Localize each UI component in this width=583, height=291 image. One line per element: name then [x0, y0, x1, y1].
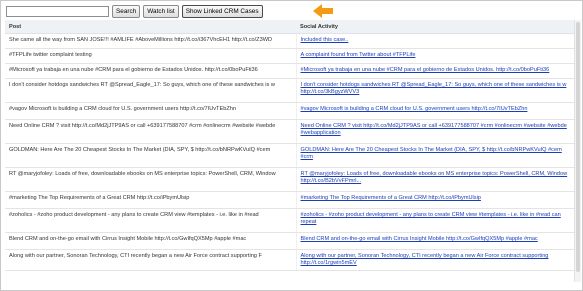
social-activity-link[interactable]: #zoholics - #zoho product development - …: [295, 208, 575, 233]
table-row: Need Online CRM ? visit http://t.co/Md2j…: [5, 119, 575, 144]
social-activity-link[interactable]: RT @maryjofoley: Loads of free, download…: [295, 167, 575, 192]
table-row: She came all the way from SAN JOSE!!! #A…: [5, 33, 575, 49]
social-activity-link[interactable]: A complaint found from Twitter about #TF…: [295, 48, 575, 64]
table-row: Blend CRM and on-the-go email with Cirru…: [5, 232, 575, 250]
post-text: #TFPLife twitter complaint testing: [5, 48, 296, 64]
social-activity-link[interactable]: #vagov Microsoft is building a CRM cloud…: [295, 102, 575, 120]
show-linked-crm-cases-button[interactable]: Show Linked CRM Cases: [181, 4, 263, 18]
post-text: #Microsoft ya trabaja en una nube #CRM p…: [5, 63, 296, 79]
vertical-scrollbar[interactable]: [574, 20, 581, 282]
table-row: GOLDMAN: Here Are The 20 Cheapest Stocks…: [5, 143, 575, 168]
post-text: Blend CRM and on-the-go email with Cirru…: [5, 232, 296, 250]
social-activity-link[interactable]: I don't consider hotdogs sandwiches RT @…: [295, 78, 575, 103]
table-row: #vagov Microsoft is building a CRM cloud…: [5, 102, 575, 120]
table-row: #Microsoft ya trabaja en una nube #CRM p…: [5, 63, 575, 79]
post-text: GOLDMAN: Here Are The 20 Cheapest Stocks…: [5, 143, 296, 168]
callout-arrow-icon: [313, 4, 333, 18]
column-header-social-activity: Social Activity: [296, 20, 575, 34]
table-body: She came all the way from SAN JOSE!!! #A…: [5, 33, 575, 271]
post-text: She came all the way from SAN JOSE!!! #A…: [5, 33, 296, 49]
search-input[interactable]: [6, 5, 109, 17]
search-button[interactable]: Search: [112, 4, 141, 18]
post-text: #marketing The Top Requirements of a Gre…: [5, 191, 296, 209]
social-activity-link[interactable]: GOLDMAN: Here Are The 20 Cheapest Stocks…: [295, 143, 575, 168]
post-text: I don't consider hotdogs sandwiches RT @…: [5, 78, 296, 103]
table-row: #marketing The Top Requirements of a Gre…: [5, 191, 575, 209]
social-activity-link[interactable]: Along with our partner, Sonoran Technolo…: [295, 249, 575, 271]
social-activity-link[interactable]: Included this case..: [295, 33, 575, 49]
column-header-post: Post: [5, 20, 296, 34]
table-row: #zoholics - #zoho product development - …: [5, 208, 575, 233]
post-text: #vagov Microsoft is building a CRM cloud…: [5, 102, 296, 120]
social-activity-link[interactable]: #Microsoft ya trabaja en una nube #CRM p…: [295, 63, 575, 79]
social-activity-link[interactable]: #marketing The Top Requirements of a Gre…: [295, 191, 575, 209]
table-row: #TFPLife twitter complaint testing A comp…: [5, 48, 575, 64]
posts-table: Post Social Activity She came all the wa…: [5, 20, 575, 271]
toolbar: Search Watch list Show Linked CRM Cases: [6, 4, 263, 18]
scrollbar-thumb[interactable]: [576, 22, 580, 272]
table-row: I don't consider hotdogs sandwiches RT @…: [5, 78, 575, 103]
watch-list-button[interactable]: Watch list: [143, 4, 179, 18]
crm-window: Search Watch list Show Linked CRM Cases …: [0, 0, 583, 291]
table-header-row: Post Social Activity: [5, 20, 575, 34]
table-row: Along with our partner, Sonoran Technolo…: [5, 249, 575, 271]
social-activity-link[interactable]: Blend CRM and on-the-go email with Cirru…: [295, 232, 575, 250]
social-activity-link[interactable]: Need Online CRM ? visit http://t.co/Md2j…: [295, 119, 575, 144]
table-row: RT @maryjofoley: Loads of free, download…: [5, 167, 575, 192]
post-text: #zoholics - #zoho product development - …: [5, 208, 296, 233]
post-text: RT @maryjofoley: Loads of free, download…: [5, 167, 296, 192]
post-text: Along with our partner, Sonoran Technolo…: [5, 249, 296, 271]
post-text: Need Online CRM ? visit http://t.co/Md2j…: [5, 119, 296, 144]
